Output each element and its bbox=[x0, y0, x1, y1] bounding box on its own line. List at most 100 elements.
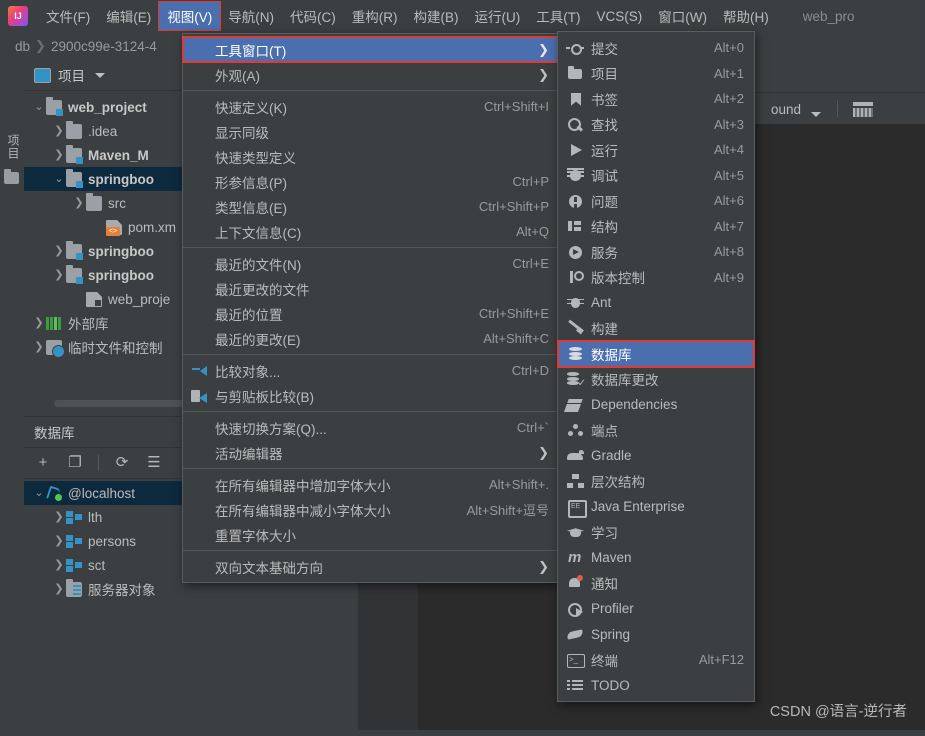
view-menu-item[interactable]: 外观(A) ❯ bbox=[183, 62, 559, 87]
chevron-right-icon[interactable]: ❯ bbox=[52, 149, 66, 161]
tool-window-menu-item[interactable]: Dependencies bbox=[558, 392, 754, 418]
view-menu-item[interactable]: 最近更改的文件 bbox=[183, 276, 559, 301]
tool-window-menu-item[interactable]: Gradle bbox=[558, 443, 754, 469]
menu-bar-item-9[interactable]: VCS(S) bbox=[589, 5, 651, 28]
tool-window-menu-item[interactable]: 提交 Alt+0 bbox=[558, 35, 754, 61]
tool-window-menu-item-label: 结构 bbox=[591, 220, 618, 236]
terminal-icon bbox=[566, 652, 585, 668]
table-grid-icon[interactable] bbox=[853, 102, 873, 117]
menu-bar-item-1[interactable]: 编辑(E) bbox=[98, 2, 159, 30]
chevron-right-icon[interactable]: ❯ bbox=[52, 583, 66, 595]
chevron-down-icon[interactable] bbox=[95, 72, 105, 78]
tool-window-menu-item[interactable]: 查找 Alt+3 bbox=[558, 112, 754, 138]
tool-window-menu-item[interactable]: 构建 bbox=[558, 316, 754, 342]
menu-bar-item-5[interactable]: 重构(R) bbox=[344, 2, 406, 30]
menu-bar-item-10[interactable]: 窗口(W) bbox=[650, 2, 715, 30]
chevron-right-icon[interactable]: ❯ bbox=[52, 125, 66, 137]
view-menu-item[interactable]: 与剪贴板比较(B) bbox=[183, 383, 559, 408]
view-menu-item[interactable]: 类型信息(E) Ctrl+Shift+P bbox=[183, 194, 559, 219]
menu-bar-item-6[interactable]: 构建(B) bbox=[406, 2, 467, 30]
schema-icon bbox=[66, 558, 82, 573]
tool-window-menu-item[interactable]: 问题 Alt+6 bbox=[558, 188, 754, 214]
tool-window-menu-item[interactable]: 端点 bbox=[558, 418, 754, 444]
chevron-down-icon[interactable]: ⌄ bbox=[52, 173, 66, 185]
chevron-down-icon[interactable]: ⌄ bbox=[32, 487, 46, 499]
tool-window-menu-item[interactable]: 终端 Alt+F12 bbox=[558, 647, 754, 673]
menu-bar-item-2[interactable]: 视图(V) bbox=[158, 1, 222, 31]
tool-window-menu-item[interactable]: 书签 Alt+2 bbox=[558, 86, 754, 112]
menu-separator bbox=[183, 550, 559, 551]
chevron-right-icon[interactable]: ❯ bbox=[52, 559, 66, 571]
view-menu-item[interactable]: 最近的位置 Ctrl+Shift+E bbox=[183, 301, 559, 326]
tool-window-menu-item[interactable]: 数据库更改 bbox=[558, 367, 754, 393]
folder-icon[interactable] bbox=[4, 169, 19, 184]
tool-window-menu-item[interactable]: 调试 Alt+5 bbox=[558, 163, 754, 189]
chevron-right-icon[interactable]: ❯ bbox=[72, 197, 86, 209]
tool-window-menu-item[interactable]: 数据库 bbox=[557, 340, 755, 368]
tool-window-menu-item[interactable]: 学习 bbox=[558, 520, 754, 546]
sidebar-tab-project[interactable]: 项目 bbox=[2, 134, 22, 160]
tool-window-menu-item-shortcut: Alt+3 bbox=[714, 116, 744, 132]
chevron-down-icon[interactable] bbox=[811, 112, 821, 117]
tool-window-menu-item[interactable]: 项目 Alt+1 bbox=[558, 61, 754, 87]
chevron-down-icon[interactable]: ⌄ bbox=[32, 101, 46, 113]
chevron-right-icon[interactable]: ❯ bbox=[32, 341, 46, 353]
data-source-properties-button[interactable]: ☰ bbox=[145, 454, 163, 472]
chevron-right-icon[interactable]: ❯ bbox=[52, 245, 66, 257]
menu-bar-item-0[interactable]: 文件(F) bbox=[38, 2, 98, 30]
tool-window-menu-item-label: Gradle bbox=[591, 448, 632, 464]
breadcrumb-root[interactable]: db bbox=[12, 39, 33, 54]
view-menu-item[interactable]: 重置字体大小 bbox=[183, 522, 559, 547]
view-menu-item[interactable]: 显示同级 bbox=[183, 119, 559, 144]
view-menu-item[interactable]: 比较对象... Ctrl+D bbox=[183, 358, 559, 383]
view-menu-item[interactable]: 在所有编辑器中增加字体大小 Alt+Shift+. bbox=[183, 472, 559, 497]
tool-window-menu-item[interactable]: 运行 Alt+4 bbox=[558, 137, 754, 163]
view-menu-item[interactable]: 上下文信息(C) Alt+Q bbox=[183, 219, 559, 244]
tool-window-menu-item[interactable]: TODO bbox=[558, 673, 754, 699]
scratches-icon bbox=[46, 339, 65, 358]
view-menu-item[interactable]: 在所有编辑器中减小字体大小 Alt+Shift+逗号 bbox=[183, 497, 559, 522]
chevron-right-icon[interactable]: ❯ bbox=[52, 511, 66, 523]
view-menu-item-label: 最近的文件(N) bbox=[215, 257, 302, 273]
schema-combo-value[interactable]: ound bbox=[771, 102, 801, 117]
view-menu-item[interactable]: 工具窗口(T) ❯ bbox=[182, 36, 560, 63]
view-menu-item[interactable]: 活动编辑器 ❯ bbox=[183, 440, 559, 465]
tool-window-menu-item[interactable]: Ant bbox=[558, 290, 754, 316]
menu-bar-item-label: VCS(S) bbox=[596, 8, 643, 24]
menu-bar-item-4[interactable]: 代码(C) bbox=[282, 2, 344, 30]
menu-bar-item-8[interactable]: 工具(T) bbox=[528, 2, 588, 30]
folder-icon bbox=[66, 120, 82, 139]
menu-bar-item-11[interactable]: 帮助(H) bbox=[715, 2, 777, 30]
tool-window-menu-item[interactable]: Spring bbox=[558, 622, 754, 648]
tool-window-menu-item[interactable]: Java Enterprise bbox=[558, 494, 754, 520]
view-menu-item-label: 类型信息(E) bbox=[215, 200, 287, 216]
view-menu-item[interactable]: 最近的更改(E) Alt+Shift+C bbox=[183, 326, 559, 351]
tool-window-menu-item[interactable]: Maven bbox=[558, 545, 754, 571]
chevron-right-icon[interactable]: ❯ bbox=[32, 317, 46, 329]
menu-icon-placeholder bbox=[191, 527, 211, 543]
view-menu-item[interactable]: 双向文本基础方向 ❯ bbox=[183, 554, 559, 579]
menu-bar-item-3[interactable]: 导航(N) bbox=[220, 2, 282, 30]
view-menu-item[interactable]: 快速类型定义 bbox=[183, 144, 559, 169]
tool-window-menu-item[interactable]: 结构 Alt+7 bbox=[558, 214, 754, 240]
tool-window-menu-item[interactable]: 服务 Alt+8 bbox=[558, 239, 754, 265]
view-menu-item-shortcut: Ctrl+Shift+I bbox=[483, 99, 549, 114]
add-button[interactable]: + bbox=[34, 454, 52, 472]
tool-window-menu-item-label: 问题 bbox=[591, 194, 618, 210]
tool-window-menu-item[interactable]: 通知 bbox=[558, 571, 754, 597]
view-menu-item[interactable]: 最近的文件(N) Ctrl+E bbox=[183, 251, 559, 276]
tool-window-menu-item[interactable]: 版本控制 Alt+9 bbox=[558, 265, 754, 291]
chevron-right-icon[interactable]: ❯ bbox=[52, 535, 66, 547]
menu-icon-placeholder bbox=[191, 174, 211, 190]
duplicate-button[interactable]: ❐ bbox=[66, 454, 84, 472]
services-icon bbox=[566, 244, 585, 260]
tool-window-menu-item[interactable]: Profiler bbox=[558, 596, 754, 622]
menu-bar-item-7[interactable]: 运行(U) bbox=[467, 2, 529, 30]
view-menu-item[interactable]: 快速定义(K) Ctrl+Shift+I bbox=[183, 94, 559, 119]
breadcrumb-current[interactable]: 2900c99e-3124-4 bbox=[48, 39, 160, 54]
view-menu-item[interactable]: 快速切换方案(Q)... Ctrl+` bbox=[183, 415, 559, 440]
chevron-right-icon[interactable]: ❯ bbox=[52, 269, 66, 281]
view-menu-item[interactable]: 形参信息(P) Ctrl+P bbox=[183, 169, 559, 194]
refresh-button[interactable]: ⟳ bbox=[113, 454, 131, 472]
tool-window-menu-item[interactable]: 层次结构 bbox=[558, 469, 754, 495]
